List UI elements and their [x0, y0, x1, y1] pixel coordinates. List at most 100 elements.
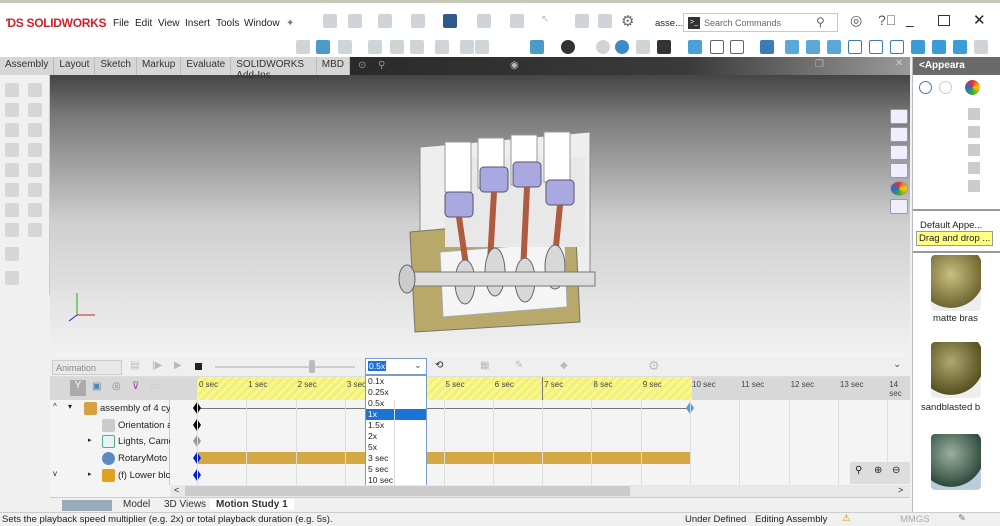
- autokey-icon[interactable]: ◆: [560, 360, 568, 371]
- zoom-to-fit-icon[interactable]: ⚲: [855, 465, 862, 476]
- rotate-icon[interactable]: [615, 40, 629, 54]
- menu-view[interactable]: View: [158, 18, 180, 29]
- stop-icon[interactable]: [195, 363, 202, 370]
- appearances-icon[interactable]: [890, 181, 908, 196]
- tree-item[interactable]: RotaryMoto: [50, 451, 170, 467]
- scroll-right-icon[interactable]: >: [898, 485, 903, 495]
- screen-capture-icon[interactable]: [338, 40, 352, 54]
- playback-slider-thumb[interactable]: [309, 360, 315, 373]
- tree-item[interactable]: Orientation and: [50, 418, 170, 434]
- hide-show-icon[interactable]: [561, 40, 575, 54]
- playback-mode-icon[interactable]: ⟲: [435, 360, 443, 371]
- custom-properties-icon[interactable]: [890, 199, 908, 214]
- scene-icon[interactable]: [636, 40, 650, 54]
- menu-window[interactable]: Window: [244, 18, 280, 29]
- tree-item[interactable]: ▸ Lights, Came: [50, 434, 170, 450]
- tool-icon[interactable]: [5, 143, 19, 157]
- tool-icon[interactable]: [5, 183, 19, 197]
- expand-icon[interactable]: ▸: [88, 470, 92, 478]
- right-view-icon[interactable]: [848, 40, 862, 54]
- scroll-left-icon[interactable]: <: [174, 485, 179, 495]
- dimetric-icon[interactable]: [953, 40, 967, 54]
- hide-show-items-icon[interactable]: ◉: [510, 60, 519, 71]
- tab-markup[interactable]: Markup: [137, 57, 182, 75]
- scroll-down-icon[interactable]: v: [53, 469, 57, 478]
- record-icon[interactable]: [316, 40, 330, 54]
- expand-icon[interactable]: ▾: [68, 402, 72, 411]
- tab-3d-views[interactable]: 3D Views: [164, 499, 206, 510]
- zoom-icon[interactable]: [475, 40, 489, 54]
- menu-file[interactable]: File: [113, 18, 129, 29]
- zoom-out-icon[interactable]: ⊖: [892, 465, 900, 476]
- filter-animated-icon[interactable]: ▣: [92, 381, 101, 392]
- new-document-icon[interactable]: [348, 14, 362, 28]
- material-thumbnail[interactable]: [931, 434, 981, 490]
- tool-icon[interactable]: [5, 247, 19, 261]
- tool-icon[interactable]: [28, 103, 42, 117]
- rebuild-warning-icon[interactable]: ⚠: [842, 513, 851, 524]
- view-palette-icon[interactable]: [890, 163, 908, 178]
- zoom-area-icon[interactable]: ⚲: [378, 60, 385, 71]
- tool-icon[interactable]: [28, 163, 42, 177]
- rebuild-icon[interactable]: [575, 14, 589, 28]
- speed-option[interactable]: 3 sec: [366, 453, 426, 464]
- pin-icon[interactable]: ✦: [286, 18, 294, 29]
- timeline-ruler[interactable]: 0 sec1 sec2 sec3 sec4 sec5 sec6 sec7 sec…: [170, 377, 910, 400]
- tool-icon[interactable]: [28, 223, 42, 237]
- tool-icon[interactable]: [28, 143, 42, 157]
- tool-icon[interactable]: [28, 83, 42, 97]
- study-properties-gear-icon[interactable]: ⚙: [648, 358, 660, 374]
- tab-model[interactable]: Model: [123, 499, 150, 510]
- customize-status-icon[interactable]: ✎: [958, 513, 966, 524]
- save-icon[interactable]: [411, 14, 425, 28]
- back-icon[interactable]: [919, 81, 932, 94]
- undo-icon[interactable]: [477, 14, 491, 28]
- display-style-icon[interactable]: [530, 40, 544, 54]
- tool-icon[interactable]: [28, 183, 42, 197]
- tool-icon[interactable]: [5, 123, 19, 137]
- tab-addins[interactable]: SOLIDWORKS Add-Ins: [231, 57, 317, 81]
- tab-evaluate[interactable]: Evaluate: [181, 57, 232, 75]
- dynamic-annotation-icon[interactable]: [460, 40, 474, 54]
- tool-icon[interactable]: [5, 163, 19, 177]
- calculate-icon[interactable]: ▤: [130, 360, 139, 371]
- tab-layout[interactable]: Layout: [54, 57, 96, 75]
- trimetric-icon[interactable]: [932, 40, 946, 54]
- redo-icon[interactable]: [510, 14, 524, 28]
- normal-to-icon[interactable]: [760, 40, 774, 54]
- view-selector-icon[interactable]: [974, 40, 988, 54]
- animation-wizard-icon[interactable]: ✎: [515, 360, 523, 371]
- section-view-icon[interactable]: [435, 40, 449, 54]
- study-type-select[interactable]: Animation: [52, 360, 122, 375]
- material-thumbnail[interactable]: [931, 342, 981, 398]
- file-properties-icon[interactable]: [598, 14, 612, 28]
- open-icon[interactable]: [378, 14, 392, 28]
- speed-option[interactable]: 5 sec: [366, 464, 426, 475]
- speed-option[interactable]: 0.1x: [366, 376, 426, 387]
- menu-edit[interactable]: Edit: [135, 18, 152, 29]
- zoom-to-fit-icon[interactable]: [368, 40, 382, 54]
- tree-item[interactable]: v ▸ (f) Lower blc: [50, 468, 170, 484]
- timeline-area[interactable]: [170, 377, 910, 485]
- bottom-view-icon[interactable]: [890, 40, 904, 54]
- playback-slider[interactable]: [215, 366, 355, 368]
- appearances-root-icon[interactable]: [965, 80, 980, 95]
- shaded-view-icon[interactable]: [688, 40, 702, 54]
- tool-icon[interactable]: [5, 271, 19, 285]
- save-animation-icon[interactable]: ▦: [480, 360, 489, 371]
- camera-icon[interactable]: [296, 40, 310, 54]
- speed-option[interactable]: 2x: [366, 431, 426, 442]
- speed-option[interactable]: 0.25x: [366, 387, 426, 398]
- tool-icon[interactable]: [5, 103, 19, 117]
- wireframe-icon[interactable]: [730, 40, 744, 54]
- tool-icon[interactable]: [28, 123, 42, 137]
- graphics-area[interactable]: [50, 57, 910, 357]
- scroll-up-icon[interactable]: ^: [53, 402, 57, 411]
- front-view-icon[interactable]: [785, 40, 799, 54]
- speed-option[interactable]: 1.5x: [366, 420, 426, 431]
- timeline-scrollbar[interactable]: < >: [170, 485, 910, 497]
- filter-driving-icon[interactable]: ◎: [112, 381, 121, 392]
- engine-model[interactable]: [395, 122, 615, 337]
- resources-icon[interactable]: [890, 109, 908, 124]
- back-view-icon[interactable]: [806, 40, 820, 54]
